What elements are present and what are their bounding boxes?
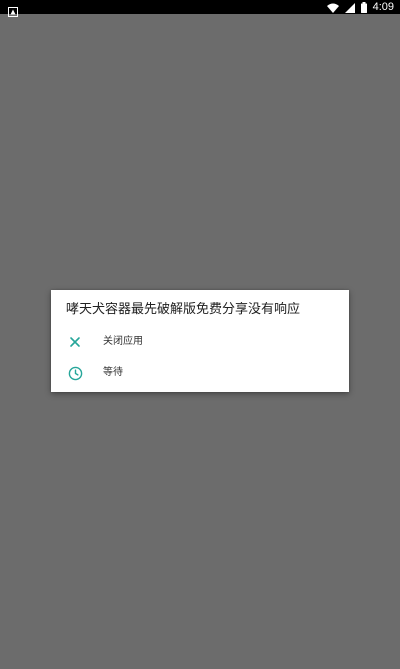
battery-icon xyxy=(360,0,367,17)
wait-label: 等待 xyxy=(103,367,123,378)
wifi-icon xyxy=(326,0,339,17)
close-app-label: 关闭应用 xyxy=(103,336,143,347)
cell-signal-icon xyxy=(344,0,355,17)
status-time: 4:09 xyxy=(372,1,394,13)
dialog-title: 哮天犬容器最先破解版免费分享没有响应 xyxy=(66,302,301,317)
wait-button[interactable]: 等待 xyxy=(51,358,349,388)
app-not-responding-dialog: 哮天犬容器最先破解版免费分享没有响应 关闭应用 等待 xyxy=(51,290,349,392)
status-icons: 4:09 xyxy=(326,1,394,13)
status-bar: 4:09 xyxy=(0,0,400,17)
notification-icon xyxy=(8,2,18,17)
close-app-button[interactable]: 关闭应用 xyxy=(51,327,349,357)
clock-icon xyxy=(67,365,83,381)
close-icon xyxy=(67,334,83,350)
